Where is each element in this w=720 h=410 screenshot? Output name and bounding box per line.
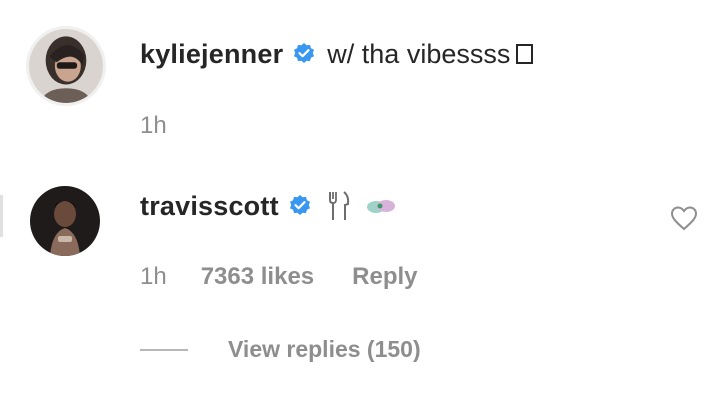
avatar[interactable] bbox=[30, 186, 100, 256]
thread-indicator bbox=[0, 195, 3, 237]
unsupported-emoji-icon bbox=[516, 44, 534, 64]
reply-button[interactable]: Reply bbox=[352, 263, 417, 291]
verified-badge-icon bbox=[294, 43, 315, 63]
view-replies-button[interactable]: View replies (150) bbox=[140, 336, 421, 363]
username[interactable]: travisscott bbox=[140, 191, 279, 222]
divider-line bbox=[140, 348, 188, 351]
comment-text: w/ tha vibessss bbox=[327, 38, 511, 69]
username[interactable]: kyliejenner bbox=[140, 39, 283, 70]
view-replies-label: View replies (150) bbox=[228, 336, 421, 362]
likes-count[interactable]: 7363 likes bbox=[201, 263, 314, 291]
like-heart-icon[interactable] bbox=[670, 205, 698, 231]
verified-badge-icon bbox=[289, 195, 310, 215]
avatar-photo-icon bbox=[30, 186, 100, 256]
comment-timestamp[interactable]: 1h bbox=[140, 263, 167, 291]
avatar-photo-icon bbox=[29, 29, 103, 103]
avatar[interactable] bbox=[26, 26, 106, 106]
pill-emoji-icon bbox=[366, 200, 395, 213]
comment-timestamp[interactable]: 1h bbox=[140, 112, 167, 140]
fork-and-knife-icon bbox=[328, 191, 349, 220]
